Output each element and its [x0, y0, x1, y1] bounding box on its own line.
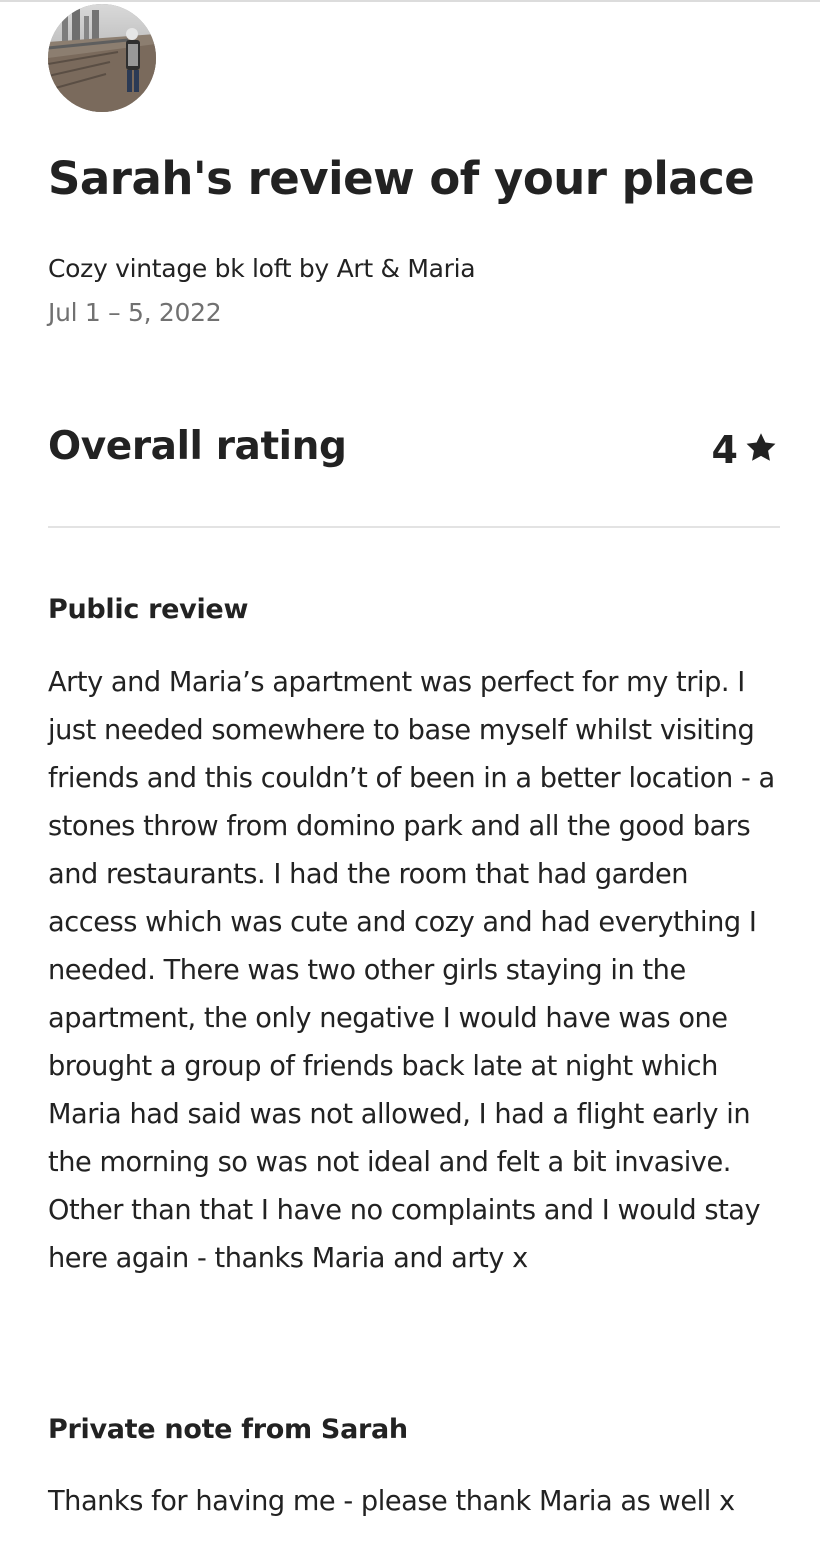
stay-dates: Jul 1 – 5, 2022	[48, 298, 222, 327]
section-divider	[48, 526, 780, 528]
public-review-text: Arty and Maria’s apartment was perfect f…	[48, 667, 775, 1274]
reviewer-avatar[interactable]	[48, 4, 156, 112]
star-icon	[744, 431, 778, 469]
private-note-text: Thanks for having me - please thank Mari…	[48, 1486, 735, 1517]
overall-rating: 4	[712, 428, 778, 472]
listing-name: Cozy vintage bk loft by Art & Maria	[48, 254, 476, 283]
overall-rating-label: Overall rating	[48, 424, 347, 469]
public-review-heading: Public review	[48, 594, 249, 625]
avatar-photo	[48, 4, 156, 112]
page-title: Sarah's review of your place	[48, 152, 755, 205]
private-note-heading: Private note from Sarah	[48, 1414, 408, 1445]
top-divider	[0, 0, 820, 2]
rating-value: 4	[711, 428, 738, 472]
